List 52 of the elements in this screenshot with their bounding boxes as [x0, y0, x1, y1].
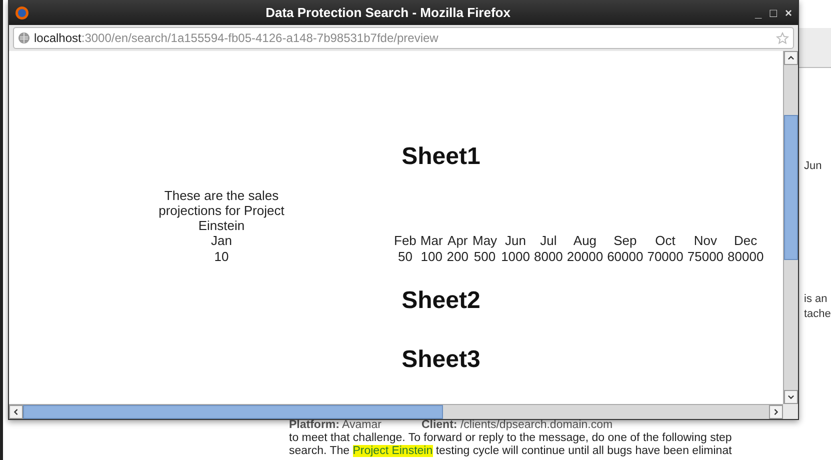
- horizontal-scrollbar[interactable]: [9, 404, 783, 419]
- window-control[interactable]: _: [755, 4, 762, 22]
- meta-field: Platform: Avamar: [289, 419, 382, 432]
- table-cell-text: 20000: [566, 248, 604, 265]
- scroll-thumb[interactable]: [784, 115, 798, 260]
- table-header-cell-text: Nov: [692, 232, 718, 249]
- url-text: localhost:3000/en/search/1a155594-fb05-4126-a148-7b98531b7fde/preview: [34, 30, 440, 47]
- globe-icon: [18, 32, 30, 44]
- table-header-cell-text: Jul: [539, 232, 558, 249]
- vertical-scrollbar[interactable]: [783, 51, 798, 404]
- page-text: Jun: [804, 159, 822, 174]
- window-title: Data Protection Search - Mozilla Firefox: [264, 4, 512, 22]
- table-cell-text: 75000: [686, 248, 725, 265]
- browser-logo-icon: [15, 6, 29, 20]
- scroll-down-button[interactable]: [784, 390, 798, 404]
- table-header-cell-text: Oct: [654, 232, 676, 249]
- sheet-heading: Sheet1: [400, 143, 482, 172]
- table-cell-text: 10: [213, 248, 230, 265]
- page-text: to meet that challenge. To forward or reply to the message, do one of the following step: [289, 432, 732, 445]
- meta-field: Client: /clients/dpsearch.domain.com: [421, 419, 613, 432]
- scroll-left-button[interactable]: [9, 405, 23, 419]
- address-bar[interactable]: localhost:3000/en/search/1a155594-fb05-4126-a148-7b98531b7fde/preview: [13, 27, 794, 49]
- table-header-cell-text: Jun: [504, 232, 527, 249]
- table-header-cell-text: Dec: [733, 232, 758, 249]
- table-caption: These are the sales projections for Project Einstein: [158, 188, 286, 233]
- table-cell-text: 500: [472, 248, 497, 265]
- table-header-cell-text: Feb: [393, 232, 418, 249]
- table-cell-text: 100: [420, 248, 444, 265]
- table-header-cell-text: Aug: [572, 232, 598, 249]
- table-header-cell-text: Mar: [419, 232, 444, 249]
- window-control[interactable]: ×: [784, 4, 792, 22]
- table-cell-text: 50: [396, 248, 414, 265]
- star-icon[interactable]: [776, 32, 789, 44]
- sheet-heading: Sheet2: [400, 286, 482, 316]
- page-text: is an: [804, 292, 828, 307]
- scroll-thumb[interactable]: [23, 405, 443, 419]
- table-header-cell-text: May: [472, 232, 498, 249]
- table-cell-text: 80000: [726, 248, 765, 265]
- table-header-cell-text: Jan: [210, 232, 233, 249]
- table-header-cell-text: Apr: [446, 232, 469, 249]
- table-cell-text: 1000: [500, 248, 531, 265]
- table-cell-text: 60000: [606, 248, 644, 265]
- sheet-heading: Sheet3: [400, 346, 482, 374]
- window-control[interactable]: □: [770, 4, 777, 22]
- page-text: tache: [804, 307, 831, 322]
- table-cell-text: 200: [446, 248, 470, 265]
- page-text: search. The Project Einstein testing cycle will continue until all bugs have been eliminat: [289, 445, 732, 458]
- scroll-right-button[interactable]: [769, 405, 783, 419]
- scroll-up-button[interactable]: [784, 51, 798, 65]
- table-header-cell-text: Sep: [612, 232, 638, 249]
- table-cell-text: 70000: [646, 248, 684, 265]
- table-cell-text: 8000: [532, 248, 564, 265]
